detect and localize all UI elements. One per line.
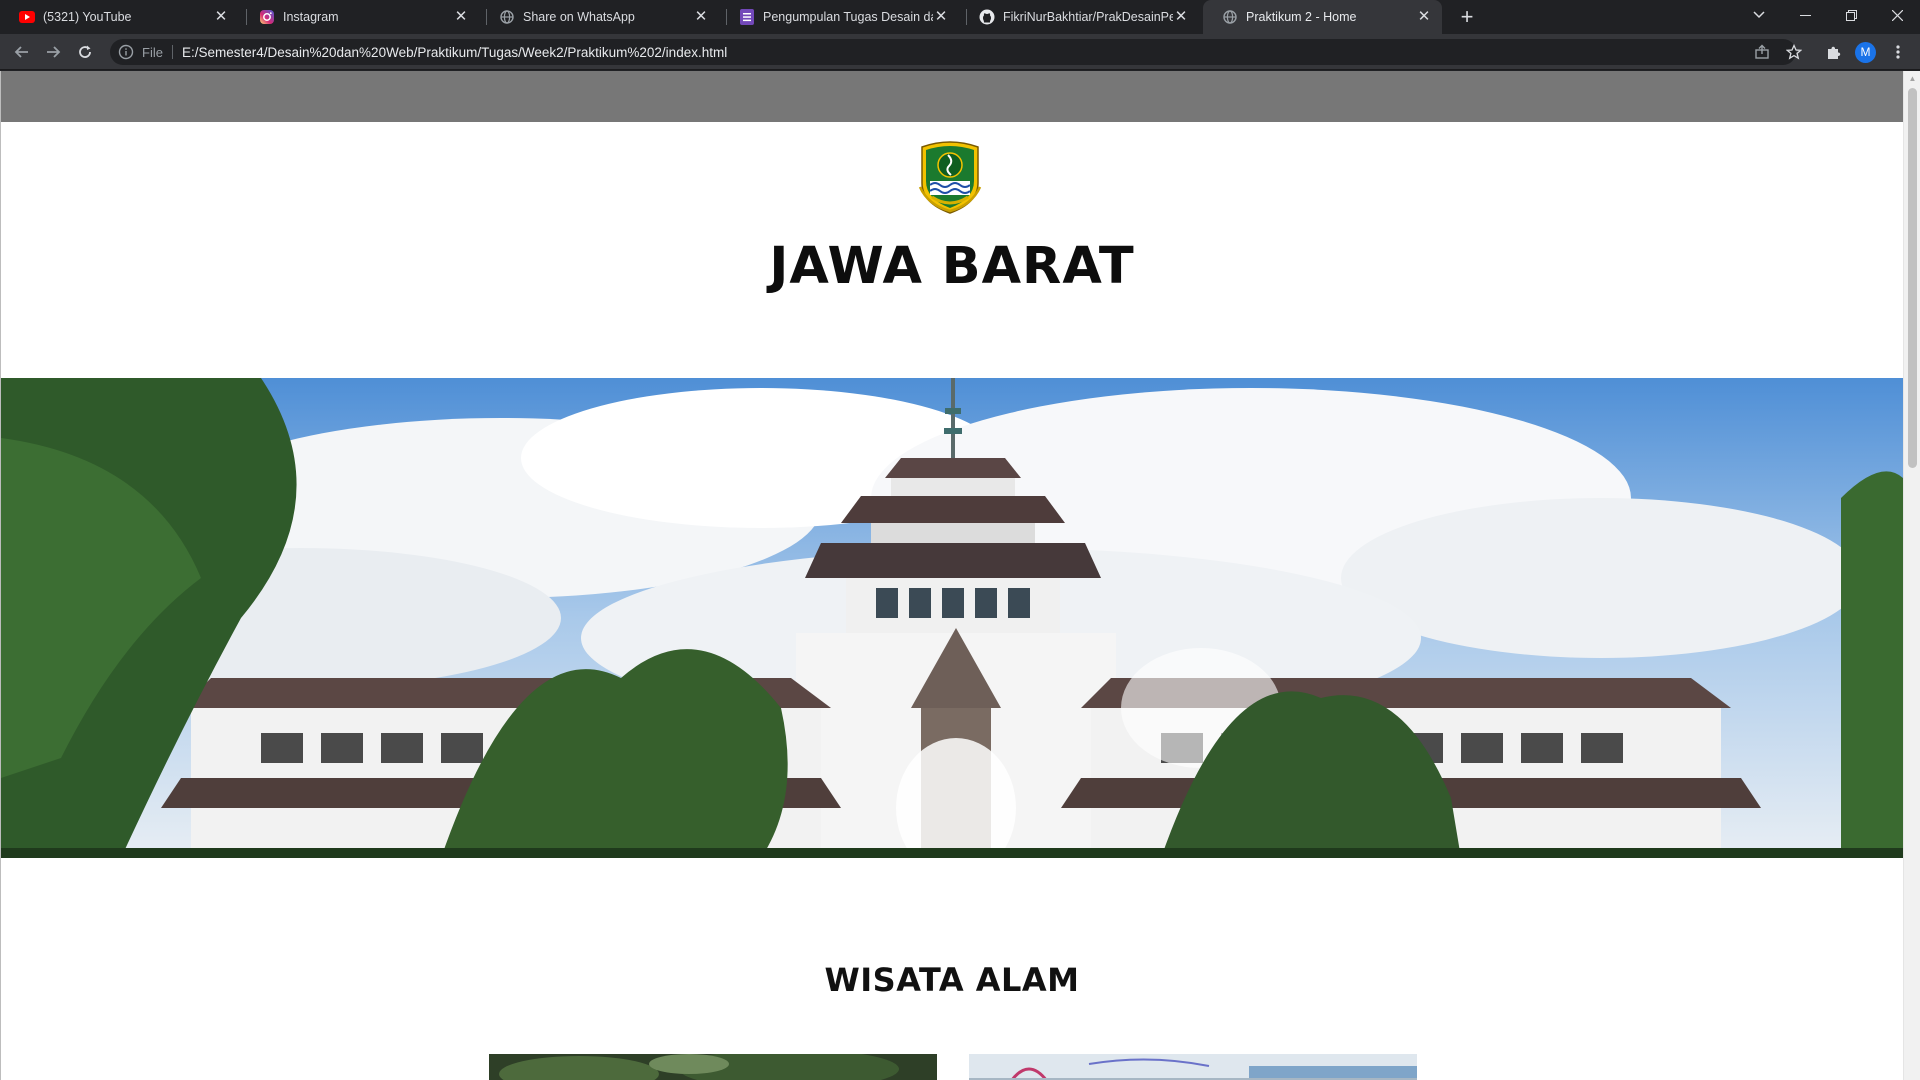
restore-icon [1845, 9, 1857, 21]
chevron-down-icon [1753, 11, 1765, 19]
tab-search-button[interactable] [1736, 0, 1782, 30]
section-title: WISATA ALAM [824, 961, 1080, 999]
info-icon[interactable] [118, 44, 134, 60]
jawa-barat-emblem-icon [918, 141, 982, 214]
tab-title: (5321) YouTube [43, 10, 132, 24]
close-window-button[interactable] [1874, 0, 1920, 30]
hero-image-gedung-sate [1, 378, 1903, 858]
minimize-icon [1799, 14, 1811, 16]
minimize-button[interactable] [1782, 0, 1828, 30]
restore-button[interactable] [1828, 0, 1874, 30]
github-icon [979, 9, 995, 25]
scrollbar-thumb[interactable] [1908, 88, 1917, 468]
reload-icon [79, 45, 91, 58]
omnibox-divider [171, 45, 173, 59]
tab-github[interactable]: FikriNurBakhtiar/PrakDesainPem ✕ [960, 0, 1199, 34]
address-bar[interactable]: File E:/Semester4/Desain%20dan%20Web/Pra… [110, 39, 1796, 65]
form-icon [739, 9, 755, 25]
tab-title: FikriNurBakhtiar/PrakDesainPem [1003, 10, 1173, 24]
scheme-label: File [142, 44, 163, 60]
header-bar [1, 71, 1903, 122]
globe-icon [499, 9, 515, 25]
new-tab-button[interactable]: + [1454, 4, 1480, 30]
tab-title: Praktikum 2 - Home [1246, 10, 1357, 24]
vertical-scrollbar[interactable]: ▲ [1903, 71, 1920, 1080]
share-icon [1755, 44, 1769, 59]
close-icon[interactable]: ✕ [453, 9, 469, 25]
puzzle-icon [1828, 46, 1841, 59]
forward-button[interactable] [39, 38, 67, 66]
kebab-menu-icon [1896, 45, 1900, 59]
profile-avatar[interactable]: M [1855, 42, 1876, 63]
arrow-right-icon [47, 46, 61, 58]
arrow-left-icon [14, 46, 28, 58]
menu-button[interactable] [1884, 38, 1912, 66]
wisata-card-image-2[interactable] [969, 1054, 1417, 1080]
tab-title: Pengumpulan Tugas Desain dan [763, 10, 933, 24]
bookmark-button[interactable] [1780, 38, 1808, 66]
tab-instagram[interactable]: Instagram ✕ [240, 0, 479, 34]
wisata-card-image-1[interactable] [489, 1054, 937, 1080]
tab-youtube[interactable]: (5321) YouTube ✕ [0, 0, 239, 34]
globe-icon [1222, 9, 1238, 25]
close-icon [1891, 9, 1903, 21]
reload-button[interactable] [71, 38, 99, 66]
close-icon[interactable]: ✕ [693, 9, 709, 25]
browser-toolbar: File E:/Semester4/Desain%20dan%20Web/Pra… [0, 34, 1920, 70]
back-button[interactable] [8, 38, 36, 66]
page-title: JAWA BARAT [769, 237, 1135, 296]
tab-strip: (5321) YouTube ✕ Instagram ✕ Share on Wh… [0, 0, 1920, 34]
close-icon[interactable]: ✕ [213, 9, 229, 25]
close-icon[interactable]: ✕ [1416, 9, 1432, 25]
tab-whatsapp[interactable]: Share on WhatsApp ✕ [480, 0, 719, 34]
share-button[interactable] [1748, 38, 1776, 66]
tab-praktikum-active[interactable]: Praktikum 2 - Home ✕ [1203, 0, 1442, 34]
youtube-icon [19, 9, 35, 25]
page-viewport: JAWA BARAT WISATA ALAM ▲ [0, 71, 1920, 1080]
scroll-up-icon[interactable]: ▲ [1904, 71, 1920, 87]
tab-title: Share on WhatsApp [523, 10, 635, 24]
url-text[interactable]: E:/Semester4/Desain%20dan%20Web/Praktiku… [182, 45, 727, 60]
extensions-button[interactable] [1820, 38, 1848, 66]
tab-pengumpulan[interactable]: Pengumpulan Tugas Desain dan ✕ [720, 0, 959, 34]
close-icon[interactable]: ✕ [1173, 9, 1189, 25]
star-icon [1786, 44, 1802, 60]
close-icon[interactable]: ✕ [933, 9, 949, 25]
tab-title: Instagram [283, 10, 339, 24]
instagram-icon [259, 9, 275, 25]
